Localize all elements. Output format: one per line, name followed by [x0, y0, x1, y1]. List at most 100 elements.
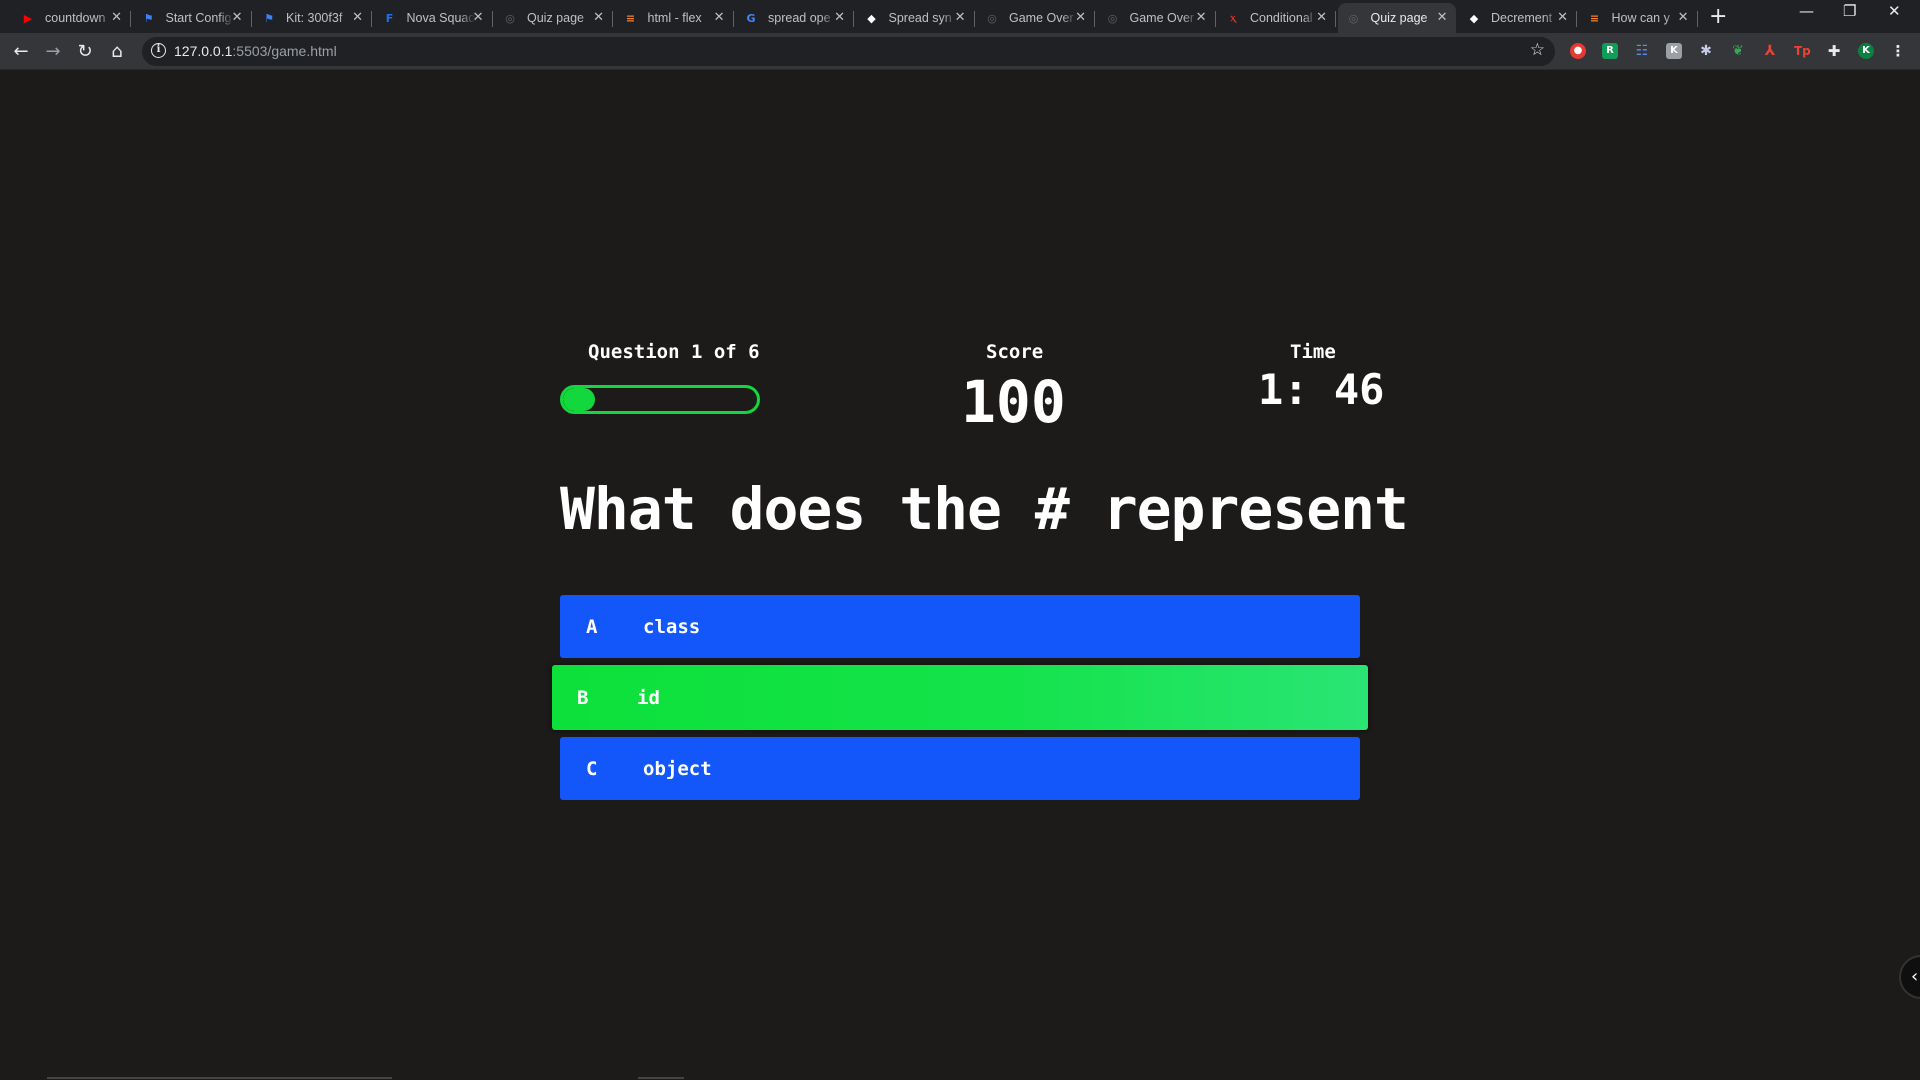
globe-icon: ◎ [987, 11, 997, 25]
tab-title: countdown [45, 11, 106, 25]
divider [47, 1077, 392, 1079]
minimize-button[interactable]: — [1799, 2, 1814, 20]
question-text: What does the # represent [560, 475, 1409, 543]
tab-separator [1696, 11, 1698, 27]
browser-tab[interactable]: ⚑ Start Config ✕ [133, 3, 252, 33]
tab-title: Quiz page [1370, 11, 1428, 25]
browser-tab[interactable]: ⚑ Kit: 300f3f ✕ [253, 3, 372, 33]
browser-tab[interactable]: ◎ Quiz page ✕ [494, 3, 613, 33]
close-tab-icon[interactable]: ✕ [111, 10, 122, 25]
youtube-icon: ▶ [23, 11, 33, 25]
browser-tab[interactable]: Gspread ope ✕ [735, 3, 854, 33]
extension-shield-icon[interactable]: ● [1570, 43, 1586, 59]
url-host: 127.0.0.1 [174, 43, 233, 59]
site-info-icon[interactable]: i [151, 43, 166, 58]
tab-title: How can y [1611, 11, 1670, 25]
restore-button[interactable]: ❐ [1843, 2, 1856, 20]
url-path: :5503/game.html [232, 43, 337, 59]
choice-text: object [643, 757, 712, 780]
browser-tab[interactable]: ◎ Game Over ✕ [976, 3, 1095, 33]
close-tab-icon[interactable]: ✕ [473, 10, 484, 25]
globe-icon: ◎ [505, 11, 515, 25]
choice-prefix: A [586, 615, 598, 638]
extension-puzzle-blue-icon[interactable]: ✱ [1698, 43, 1714, 59]
close-window-button[interactable]: ✕ [1888, 2, 1901, 20]
browser-tab[interactable]: ⲭ Conditional ✕ [1217, 3, 1336, 33]
nova-icon: F [385, 11, 394, 25]
bookmark-star-icon[interactable]: ☆ [1530, 40, 1545, 60]
close-tab-icon[interactable]: ✕ [1196, 10, 1207, 25]
choice-text: class [643, 615, 701, 638]
answer-choice-c[interactable]: Cobject [560, 737, 1360, 800]
back-icon[interactable]: ← [9, 40, 33, 64]
answer-choice-b[interactable]: Bid [552, 665, 1368, 730]
tab-separator [130, 11, 131, 27]
extension-tp-icon[interactable]: Tp [1794, 43, 1811, 59]
browser-toolbar: ← → ↻ ⌂ i 127.0.0.1:5503/game.html ☆ ● R… [0, 33, 1920, 70]
flag-icon: ⚑ [143, 11, 154, 25]
quiz-hud: Question 1 of 6 Score 100 Time 1: 46 [0, 338, 1920, 448]
forward-icon[interactable]: → [41, 40, 65, 64]
close-tab-icon[interactable]: ✕ [834, 10, 845, 25]
tab-title: Kit: 300f3f [286, 11, 343, 25]
close-tab-icon[interactable]: ✕ [593, 10, 604, 25]
browser-menu-icon[interactable]: ⋮ [1890, 43, 1906, 59]
tab-title: Game Over [1009, 11, 1074, 25]
tab-separator [1094, 11, 1095, 27]
choice-prefix: B [577, 686, 589, 709]
progress-bar [560, 385, 760, 414]
close-tab-icon[interactable]: ✕ [1437, 10, 1448, 25]
extension-k-icon[interactable]: K [1666, 43, 1682, 59]
address-bar[interactable]: i 127.0.0.1:5503/game.html ☆ [142, 37, 1555, 66]
browser-tab[interactable]: ▶ countdown ✕ [12, 3, 131, 33]
tab-title: Quiz page [527, 11, 584, 25]
close-tab-icon[interactable]: ✕ [714, 10, 725, 25]
tab-separator [732, 11, 734, 27]
extensions-puzzle-icon[interactable]: ✚ [1826, 43, 1842, 59]
reload-icon[interactable]: ↻ [73, 40, 97, 64]
close-tab-icon[interactable]: ✕ [1678, 10, 1689, 25]
new-tab-button[interactable]: + [1709, 4, 1727, 29]
tab-separator [1335, 11, 1336, 27]
tab-separator [250, 11, 252, 27]
score-value: 100 [961, 368, 1066, 436]
choice-text: id [637, 686, 660, 709]
close-tab-icon[interactable]: ✕ [955, 10, 966, 25]
extension-r-icon[interactable]: R [1602, 43, 1618, 59]
tab-separator [491, 11, 493, 27]
tab-separator [371, 11, 372, 27]
extension-grid-icon[interactable]: ☷ [1634, 43, 1650, 59]
w3-icon: ⲭ [1230, 11, 1236, 24]
profile-avatar[interactable]: K [1858, 43, 1874, 59]
tab-strip: ▶ countdown ✕ ⚑ Start Config ✕ ⚑ Kit: 300f3f ✕ F N… [0, 0, 1920, 33]
browser-tab[interactable]: ◆ Spread syn ✕ [856, 3, 975, 33]
stackoverflow-icon: ≡ [625, 11, 636, 25]
extension-leaf-icon[interactable]: ❦ [1730, 43, 1746, 59]
browser-tab[interactable]: ◎ Game Over ✕ [1097, 3, 1216, 33]
pdf-extension-icon[interactable]: ⅄ [1762, 43, 1778, 59]
flag-icon: ⚑ [264, 11, 274, 25]
answer-choice-a[interactable]: Aclass [560, 595, 1360, 658]
tab-title: Decrement [1491, 11, 1553, 25]
close-tab-icon[interactable]: ✕ [1557, 10, 1568, 25]
time-label: Time [1290, 341, 1336, 363]
browser-tab[interactable]: F Nova Squad ✕ [374, 3, 493, 33]
stackoverflow-icon: ≡ [1589, 11, 1600, 25]
close-tab-icon[interactable]: ✕ [352, 10, 363, 25]
mdn-icon: ◆ [867, 11, 876, 25]
close-tab-icon[interactable]: ✕ [1075, 10, 1086, 25]
close-tab-icon[interactable]: ✕ [232, 10, 243, 25]
side-panel-toggle-icon[interactable]: ‹ [1899, 955, 1920, 999]
browser-tab[interactable]: ≡ How can y ✕ [1579, 3, 1698, 33]
url-text[interactable]: 127.0.0.1:5503/game.html [174, 43, 337, 59]
browser-tab[interactable]: ≡ html - flex ✕ [615, 3, 734, 33]
question-counter: Question 1 of 6 [588, 341, 760, 363]
progress-fill [563, 388, 596, 411]
tab-title: Nova Squad [406, 11, 475, 25]
close-tab-icon[interactable]: ✕ [1316, 10, 1327, 25]
browser-tab[interactable]: ◎ Quiz page ✕ [1337, 3, 1456, 33]
tab-title: Conditional [1250, 11, 1313, 25]
divider [638, 1077, 684, 1079]
home-icon[interactable]: ⌂ [105, 40, 129, 64]
browser-tab[interactable]: ◆ Decrement ✕ [1458, 3, 1577, 33]
